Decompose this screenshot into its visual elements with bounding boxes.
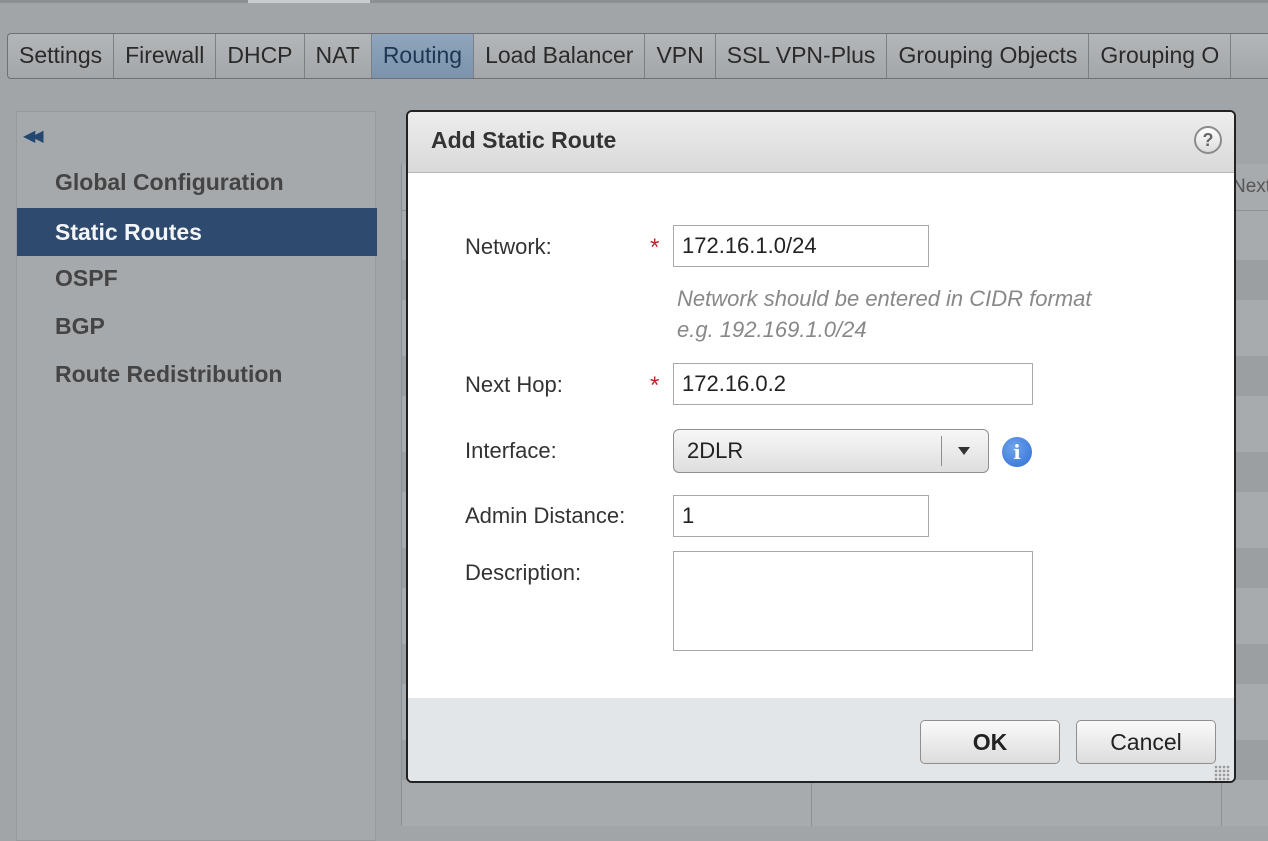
sidebar-item-static-routes[interactable]: Static Routes bbox=[17, 208, 377, 256]
top-strip bbox=[0, 0, 1268, 3]
resize-grip-icon[interactable] bbox=[1214, 765, 1230, 781]
interface-select[interactable]: 2DLR bbox=[673, 429, 989, 473]
required-marker-icon: * bbox=[650, 372, 660, 399]
tab-vpn[interactable]: VPN bbox=[645, 34, 716, 78]
add-static-route-dialog: Add Static Route ? Network: * 172.16.1.0… bbox=[406, 110, 1236, 783]
network-hint-line-1: Network should be entered in CIDR format bbox=[677, 286, 1092, 311]
required-marker-icon: * bbox=[650, 234, 660, 261]
top-strip-highlight bbox=[248, 0, 370, 3]
sidebar-item-bgp[interactable]: BGP bbox=[17, 302, 377, 350]
chevron-down-icon[interactable] bbox=[958, 447, 970, 455]
dialog-title: Add Static Route bbox=[431, 127, 617, 153]
tab-load-balancer[interactable]: Load Balancer bbox=[474, 34, 646, 78]
tab-nat[interactable]: NAT bbox=[305, 34, 372, 78]
sidebar-item-ospf[interactable]: OSPF bbox=[17, 254, 377, 302]
tab-firewall[interactable]: Firewall bbox=[114, 34, 217, 78]
admin-distance-input[interactable]: 1 bbox=[673, 495, 929, 537]
description-textarea[interactable] bbox=[673, 551, 1033, 651]
dialog-footer: OK Cancel bbox=[408, 698, 1234, 781]
sidebar: ◀◀ Global Configuration Static Routes OS… bbox=[16, 111, 377, 841]
tab-grouping-objects-2[interactable]: Grouping O bbox=[1089, 34, 1232, 78]
ok-button[interactable]: OK bbox=[920, 720, 1060, 764]
network-hint-line-2: e.g. 192.169.1.0/24 bbox=[677, 317, 867, 342]
next-hop-input[interactable]: 172.16.0.2 bbox=[673, 363, 1033, 405]
cancel-button[interactable]: Cancel bbox=[1076, 720, 1216, 764]
tab-routing[interactable]: Routing bbox=[371, 34, 475, 78]
sidebar-item-global-configuration[interactable]: Global Configuration bbox=[17, 158, 377, 206]
help-icon[interactable]: ? bbox=[1194, 126, 1222, 154]
network-label: Network: bbox=[465, 234, 552, 259]
description-label: Description: bbox=[465, 560, 582, 585]
admin-distance-label: Admin Distance: bbox=[465, 503, 626, 528]
tab-dhcp[interactable]: DHCP bbox=[216, 34, 305, 78]
tab-bar: Settings Firewall DHCP NAT Routing Load … bbox=[7, 33, 1268, 79]
double-chevron-left-icon[interactable]: ◀◀ bbox=[23, 126, 44, 146]
network-input[interactable]: 172.16.1.0/24 bbox=[673, 225, 929, 267]
interface-label: Interface: bbox=[465, 438, 557, 463]
tab-grouping-objects[interactable]: Grouping Objects bbox=[887, 34, 1090, 78]
select-divider bbox=[941, 436, 942, 466]
next-hop-label: Next Hop: bbox=[465, 372, 563, 397]
sidebar-item-route-redistribution[interactable]: Route Redistribution bbox=[17, 350, 377, 398]
dialog-title-bar: Add Static Route ? bbox=[408, 112, 1234, 173]
tab-settings[interactable]: Settings bbox=[8, 34, 115, 78]
info-icon[interactable]: i bbox=[1002, 437, 1032, 467]
interface-select-value: 2DLR bbox=[687, 438, 744, 463]
tab-ssl-vpn-plus[interactable]: SSL VPN-Plus bbox=[716, 34, 888, 78]
grid-column-header-next: Next bbox=[1232, 176, 1268, 197]
